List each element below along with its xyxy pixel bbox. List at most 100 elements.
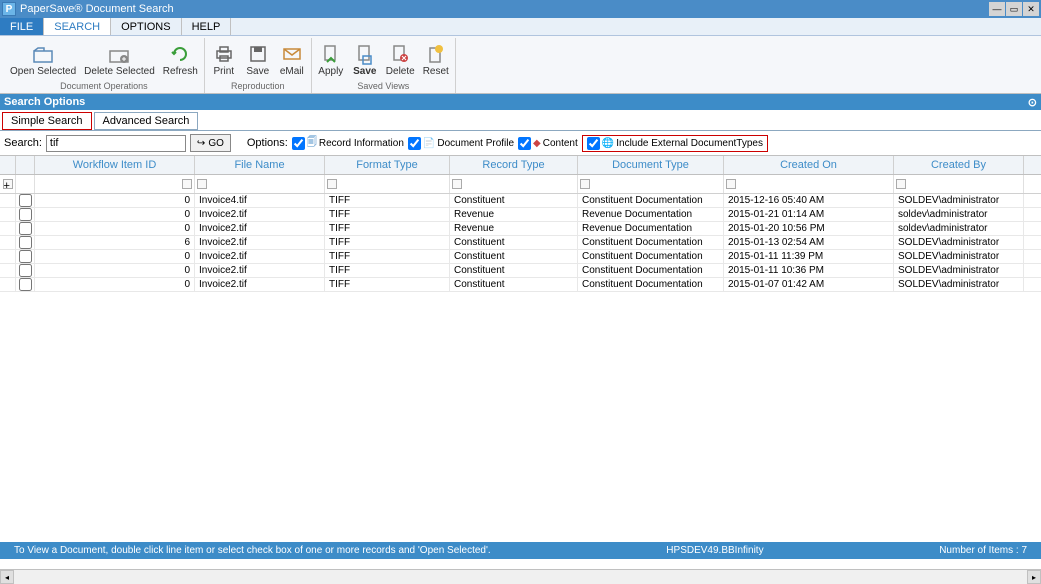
cell-recordtype: Constituent	[450, 264, 578, 277]
go-label: GO	[208, 138, 224, 149]
filter-fn[interactable]	[197, 179, 207, 189]
cell-createdby: SOLDEV\administrator	[894, 278, 1024, 291]
row-expand[interactable]	[0, 250, 16, 263]
table-row[interactable]: 0Invoice4.tifTIFFConstituentConstituent …	[0, 194, 1041, 208]
doc-profile-icon: 📄	[423, 138, 435, 149]
printer-icon	[212, 42, 236, 66]
menu-bar: FILE SEARCH OPTIONS HELP	[0, 18, 1041, 36]
checkbox-doc-profile[interactable]	[408, 137, 421, 150]
cell-filename: Invoice4.tif	[195, 194, 325, 207]
checkbox-content[interactable]	[518, 137, 531, 150]
refresh-button[interactable]: Refresh	[159, 38, 202, 81]
expand-column	[0, 156, 16, 174]
filter-co[interactable]	[726, 179, 736, 189]
section-header: Search Options ⊙	[0, 94, 1041, 110]
cell-recordtype: Constituent	[450, 236, 578, 249]
row-expand[interactable]	[0, 194, 16, 207]
tab-advanced-search[interactable]: Advanced Search	[94, 112, 199, 130]
cell-formattype: TIFF	[325, 236, 450, 249]
scroll-left-button[interactable]: ◂	[0, 570, 14, 584]
table-row[interactable]: 6Invoice2.tifTIFFConstituentConstituent …	[0, 236, 1041, 250]
close-button[interactable]: ✕	[1023, 2, 1039, 16]
table-row[interactable]: 0Invoice2.tifTIFFConstituentConstituent …	[0, 278, 1041, 292]
cell-createdby: SOLDEV\administrator	[894, 194, 1024, 207]
checkbox-external-doctypes[interactable]	[587, 137, 600, 150]
search-input[interactable]	[46, 135, 186, 152]
save-icon	[246, 42, 270, 66]
save-view-button[interactable]: Save	[348, 38, 382, 81]
save-button[interactable]: Save	[241, 38, 275, 81]
print-button[interactable]: Print	[207, 38, 241, 81]
cell-doctype: Constituent Documentation	[578, 194, 724, 207]
refresh-icon	[168, 42, 192, 66]
cell-createdon: 2015-01-07 01:42 AM	[724, 278, 894, 291]
delete-view-button[interactable]: Delete	[382, 38, 419, 81]
opt-content-label: Content	[543, 138, 578, 149]
window-title: PaperSave® Document Search	[20, 3, 988, 15]
open-selected-button[interactable]: Open Selected	[6, 38, 80, 81]
menu-file[interactable]: FILE	[0, 18, 44, 35]
email-button[interactable]: eMail	[275, 38, 309, 81]
row-expand[interactable]	[0, 264, 16, 277]
record-info-icon: 🗐	[307, 135, 317, 152]
filter-expand[interactable]: +	[3, 179, 13, 189]
maximize-button[interactable]: ▭	[1006, 2, 1022, 16]
minimize-button[interactable]: —	[989, 2, 1005, 16]
delete-selected-button[interactable]: Delete Selected	[80, 38, 159, 81]
col-record-type[interactable]: Record Type	[450, 156, 578, 174]
filter-dt[interactable]	[580, 179, 590, 189]
row-expand[interactable]	[0, 236, 16, 249]
cell-createdon: 2015-01-11 11:39 PM	[724, 250, 894, 263]
row-expand[interactable]	[0, 278, 16, 291]
table-row[interactable]: 0Invoice2.tifTIFFConstituentConstituent …	[0, 250, 1041, 264]
menu-search[interactable]: SEARCH	[44, 18, 111, 35]
tab-simple-search[interactable]: Simple Search	[2, 112, 92, 130]
row-expand[interactable]	[0, 222, 16, 235]
table-row[interactable]: 0Invoice2.tifTIFFRevenueRevenue Document…	[0, 208, 1041, 222]
table-row[interactable]: 0Invoice2.tifTIFFConstituentConstituent …	[0, 264, 1041, 278]
row-checkbox[interactable]	[19, 222, 32, 235]
cell-wid: 0	[35, 208, 195, 221]
cell-doctype: Constituent Documentation	[578, 278, 724, 291]
filter-wid[interactable]	[182, 179, 192, 189]
reset-button[interactable]: Reset	[419, 38, 453, 81]
row-checkbox[interactable]	[19, 194, 32, 207]
options-label: Options:	[247, 137, 288, 149]
app-icon: P	[2, 2, 16, 16]
cell-doctype: Revenue Documentation	[578, 222, 724, 235]
section-pin-icon[interactable]: ⊙	[1028, 96, 1037, 109]
cell-createdon: 2015-01-20 10:56 PM	[724, 222, 894, 235]
save-view-icon	[353, 42, 377, 66]
col-format-type[interactable]: Format Type	[325, 156, 450, 174]
scroll-right-button[interactable]: ▸	[1027, 570, 1041, 584]
filter-cb[interactable]	[896, 179, 906, 189]
col-file-name[interactable]: File Name	[195, 156, 325, 174]
filter-ft[interactable]	[327, 179, 337, 189]
cell-doctype: Revenue Documentation	[578, 208, 724, 221]
col-workflow-item-id[interactable]: Workflow Item ID	[35, 156, 195, 174]
cell-recordtype: Revenue	[450, 222, 578, 235]
col-document-type[interactable]: Document Type	[578, 156, 724, 174]
row-checkbox[interactable]	[19, 208, 32, 221]
row-checkbox[interactable]	[19, 236, 32, 249]
menu-help[interactable]: HELP	[182, 18, 232, 35]
menu-options[interactable]: OPTIONS	[111, 18, 182, 35]
row-checkbox[interactable]	[19, 250, 32, 263]
row-checkbox[interactable]	[19, 264, 32, 277]
row-expand[interactable]	[0, 208, 16, 221]
table-row[interactable]: 0Invoice2.tifTIFFRevenueRevenue Document…	[0, 222, 1041, 236]
grid-body-wrap[interactable]: 0Invoice4.tifTIFFConstituentConstituent …	[0, 194, 1041, 570]
apply-button[interactable]: Apply	[314, 38, 348, 81]
col-created-by[interactable]: Created By	[894, 156, 1024, 174]
row-checkbox-cell	[16, 264, 35, 277]
apply-label: Apply	[318, 66, 343, 77]
cell-wid: 6	[35, 236, 195, 249]
horizontal-scrollbar[interactable]: ◂ ▸	[0, 570, 1041, 584]
filter-rt[interactable]	[452, 179, 462, 189]
checkbox-record-info[interactable]	[292, 137, 305, 150]
go-button[interactable]: ↪ GO	[190, 134, 231, 152]
cell-createdon: 2015-01-21 01:14 AM	[724, 208, 894, 221]
row-checkbox[interactable]	[19, 278, 32, 291]
open-selected-label: Open Selected	[10, 67, 76, 77]
col-created-on[interactable]: Created On	[724, 156, 894, 174]
